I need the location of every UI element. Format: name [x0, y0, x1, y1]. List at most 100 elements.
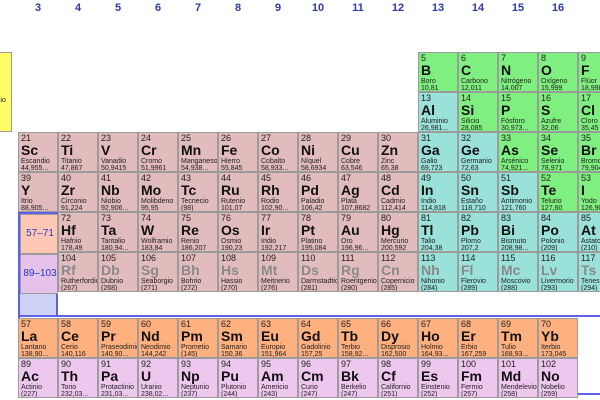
element-cell[interactable]: 53IYodo126,90... [578, 172, 600, 212]
element-cell[interactable]: 39 Y Itrio 88,905... [18, 172, 58, 212]
element-cell[interactable]: 117TsTeneso(294) [578, 252, 600, 292]
element-cell[interactable]: 78 Pt Platino 195,084 [298, 212, 338, 252]
element-cell[interactable]: 33 As Arsénico 74,921... [498, 132, 538, 172]
element-cell[interactable]: 89 Ac Actinio (227) [18, 358, 58, 398]
element-cell[interactable]: 73 Ta Tantalio 180,94... [98, 212, 138, 252]
element-cell[interactable]: 90 Th Torio 232,03... [58, 358, 98, 398]
element-cell[interactable]: 99 Es Einstenio (252) [418, 358, 458, 398]
element-cell[interactable]: 107 Bh Bohrio (272) [178, 252, 218, 292]
element-cell[interactable]: 17 Cl Cloro 35,45 [578, 92, 600, 132]
element-cell[interactable]: 84 Po Polonio (209) [538, 212, 578, 252]
element-cell[interactable]: 23 V Vanadio 50,9415 [98, 132, 138, 172]
element-cell[interactable]: 65 Tb Terbio 158,92... [338, 318, 378, 358]
element-cell[interactable]: 51 Sb Antimonio 121,760 [498, 172, 538, 212]
element-cell[interactable]: 102 No Nobelio (259) [538, 358, 578, 398]
element-cell[interactable]: 112 Cn Copernicio (285) [378, 252, 418, 292]
element-cell[interactable]: 76 Os Osmio 190,23 [218, 212, 258, 252]
element-cell[interactable]: 94 Pu Plutonio (244) [218, 358, 258, 398]
element-cell[interactable]: 28 Ni Níquel 58,6934 [298, 132, 338, 172]
element-cell[interactable]: 83 Bi Bismuto 208,98... [498, 212, 538, 252]
element-cell[interactable]: 61 Pm Prometio (145) [178, 318, 218, 358]
element-cell[interactable]: 77 Ir Iridio 192,217 [258, 212, 298, 252]
element-cell[interactable]: 41 Nb Niobio 92,906... [98, 172, 138, 212]
element-cell[interactable]: 79 Au Oro 196,96... [338, 212, 378, 252]
element-cell[interactable]: 106 Sg Seaborgio (271) [138, 252, 178, 292]
element-cell[interactable]: 9FFlúor18,998 [578, 52, 600, 92]
element-cell[interactable]: 108 Hs Hassio (270) [218, 252, 258, 292]
element-cell[interactable]: 98 Cf Californio (251) [378, 358, 418, 398]
element-cell[interactable]: 109 Mt Meitnerio (276) [258, 252, 298, 292]
element-cell[interactable]: 50 Sn Estaño 118,710 [458, 172, 498, 212]
element-cell[interactable]: 85 At Astato (210) [578, 212, 600, 252]
element-cell[interactable]: 27 Co Cobalto 58,933... [258, 132, 298, 172]
element-cell[interactable]: 29 Cu Cobre 63,546 [338, 132, 378, 172]
element-cell[interactable]: 14 Si Silicio 28,085 [458, 92, 498, 132]
element-cell[interactable]: 116 Lv Livermorio (293) [538, 252, 578, 292]
element-cell[interactable]: 57 La Lantano 138,90... [18, 318, 58, 358]
element-cell-fragment-h[interactable]: esio 5 [0, 52, 12, 132]
element-cell[interactable]: 81 Tl Talio 204,38 [418, 212, 458, 252]
element-cell[interactable]: 66 Dy Disprosio 162,500 [378, 318, 418, 358]
element-cell[interactable]: 97 Bk Berkelio (247) [338, 358, 378, 398]
element-cell[interactable]: 22 Ti Titanio 47,867 [58, 132, 98, 172]
element-cell[interactable]: 16 S Azufre 32,06 [538, 92, 578, 132]
element-cell[interactable]: 48 Cd Cadmio 112,414 [378, 172, 418, 212]
element-cell[interactable]: 100 Fm Fermio (257) [458, 358, 498, 398]
element-cell[interactable]: 59 Pr Praseodimio 140,90... [98, 318, 138, 358]
atomic-weight: 26,981... [421, 125, 449, 132]
element-cell[interactable]: 68 Er Erbio 167,259 [458, 318, 498, 358]
element-cell[interactable]: 63 Eu Europio 151,964 [258, 318, 298, 358]
element-cell[interactable]: 96 Cm Curio (247) [298, 358, 338, 398]
element-cell[interactable]: 31 Ga Galio 69,723 [418, 132, 458, 172]
element-cell[interactable]: 105 Db Dubnio (268) [98, 252, 138, 292]
element-cell[interactable]: 111 Rg Roentgenio (280) [338, 252, 378, 292]
element-cell[interactable]: 67 Ho Holmio 164,93... [418, 318, 458, 358]
element-cell[interactable]: 115 Mc Moscovio (288) [498, 252, 538, 292]
element-cell[interactable]: 91 Pa Protactinio 231,03... [98, 358, 138, 398]
element-cell[interactable]: 43 Tc Tecnecio (98) [178, 172, 218, 212]
element-cell[interactable]: 40 Zr Circonio 91,224 [58, 172, 98, 212]
element-cell[interactable]: 13 Al Aluminio 26,981... [418, 92, 458, 132]
element-cell[interactable]: 21 Sc Escandio 44,955... [18, 132, 58, 172]
element-cell[interactable]: 45 Rh Rodio 102,90... [258, 172, 298, 212]
element-cell[interactable]: 72 Hf Hafnio 178,49 [58, 212, 98, 252]
element-cell[interactable]: 110 Ds Darmstadtio (281) [298, 252, 338, 292]
lanthanide-reference[interactable]: 57–71 [20, 214, 58, 254]
element-cell[interactable]: 104 Rf Rutherfordio (267) [58, 252, 98, 292]
element-cell[interactable]: 69 Tm Tulio 168,93... [498, 318, 538, 358]
element-cell[interactable]: 42 Mo Molibdeno 95,95 [138, 172, 178, 212]
element-cell[interactable]: 101 Md Mendelevio (258) [498, 358, 538, 398]
element-cell[interactable]: 74 W Wolframio 183,84 [138, 212, 178, 252]
element-cell[interactable]: 75 Re Renio 186,207 [178, 212, 218, 252]
element-cell[interactable]: 49 In Indio 114,818 [418, 172, 458, 212]
element-cell[interactable]: 46 Pd Paladio 106,42 [298, 172, 338, 212]
element-cell[interactable]: 8 O Oxígeno 15,999 [538, 52, 578, 92]
element-cell[interactable]: 30 Zn Zinc 65,38 [378, 132, 418, 172]
element-cell[interactable]: 60 Nd Neodimio 144,242 [138, 318, 178, 358]
element-cell[interactable]: 24 Cr Cromo 51,9961 [138, 132, 178, 172]
element-cell[interactable]: 52 Te Telurio 127,60 [538, 172, 578, 212]
element-cell[interactable]: 82 Pb Plomo 207,2 [458, 212, 498, 252]
actinide-reference[interactable]: 89–103 [20, 254, 58, 294]
element-cell[interactable]: 32 Ge Germanio 72,63 [458, 132, 498, 172]
element-cell[interactable]: 47 Ag Plata 107,8682 [338, 172, 378, 212]
element-cell[interactable]: 113 Nh Nihonio (284) [418, 252, 458, 292]
element-cell[interactable]: 7 N Nitrógeno 14,007 [498, 52, 538, 92]
element-cell[interactable]: 35BrBromo79,904 [578, 132, 600, 172]
element-cell[interactable]: 70 Yb Iterbio 173,045 [538, 318, 578, 358]
element-cell[interactable]: 58 Ce Cerio 140,116 [58, 318, 98, 358]
element-cell[interactable]: 64 Gd Gadolinio 157,25 [298, 318, 338, 358]
element-cell[interactable]: 95 Am Americio (243) [258, 358, 298, 398]
element-cell[interactable]: 25 Mn Manganeso 54,938... [178, 132, 218, 172]
element-cell[interactable]: 93 Np Neptunio (237) [178, 358, 218, 398]
element-cell[interactable]: 15 P Fósforo 30,973... [498, 92, 538, 132]
element-cell[interactable]: 44 Ru Rutenio 101,07 [218, 172, 258, 212]
element-cell[interactable]: 92 U Uranio 238,02... [138, 358, 178, 398]
element-cell[interactable]: 80 Hg Mercurio 200,592 [378, 212, 418, 252]
element-cell[interactable]: 5 B Boro 10,81 [418, 52, 458, 92]
element-cell[interactable]: 26 Fe Hierro 55,845 [218, 132, 258, 172]
element-cell[interactable]: 6 C Carbono 12,011 [458, 52, 498, 92]
element-cell[interactable]: 62 Sm Samario 150,36 [218, 318, 258, 358]
element-cell[interactable]: 34 Se Selenio 78,971 [538, 132, 578, 172]
element-cell[interactable]: 114 Fl Flerovio (289) [458, 252, 498, 292]
